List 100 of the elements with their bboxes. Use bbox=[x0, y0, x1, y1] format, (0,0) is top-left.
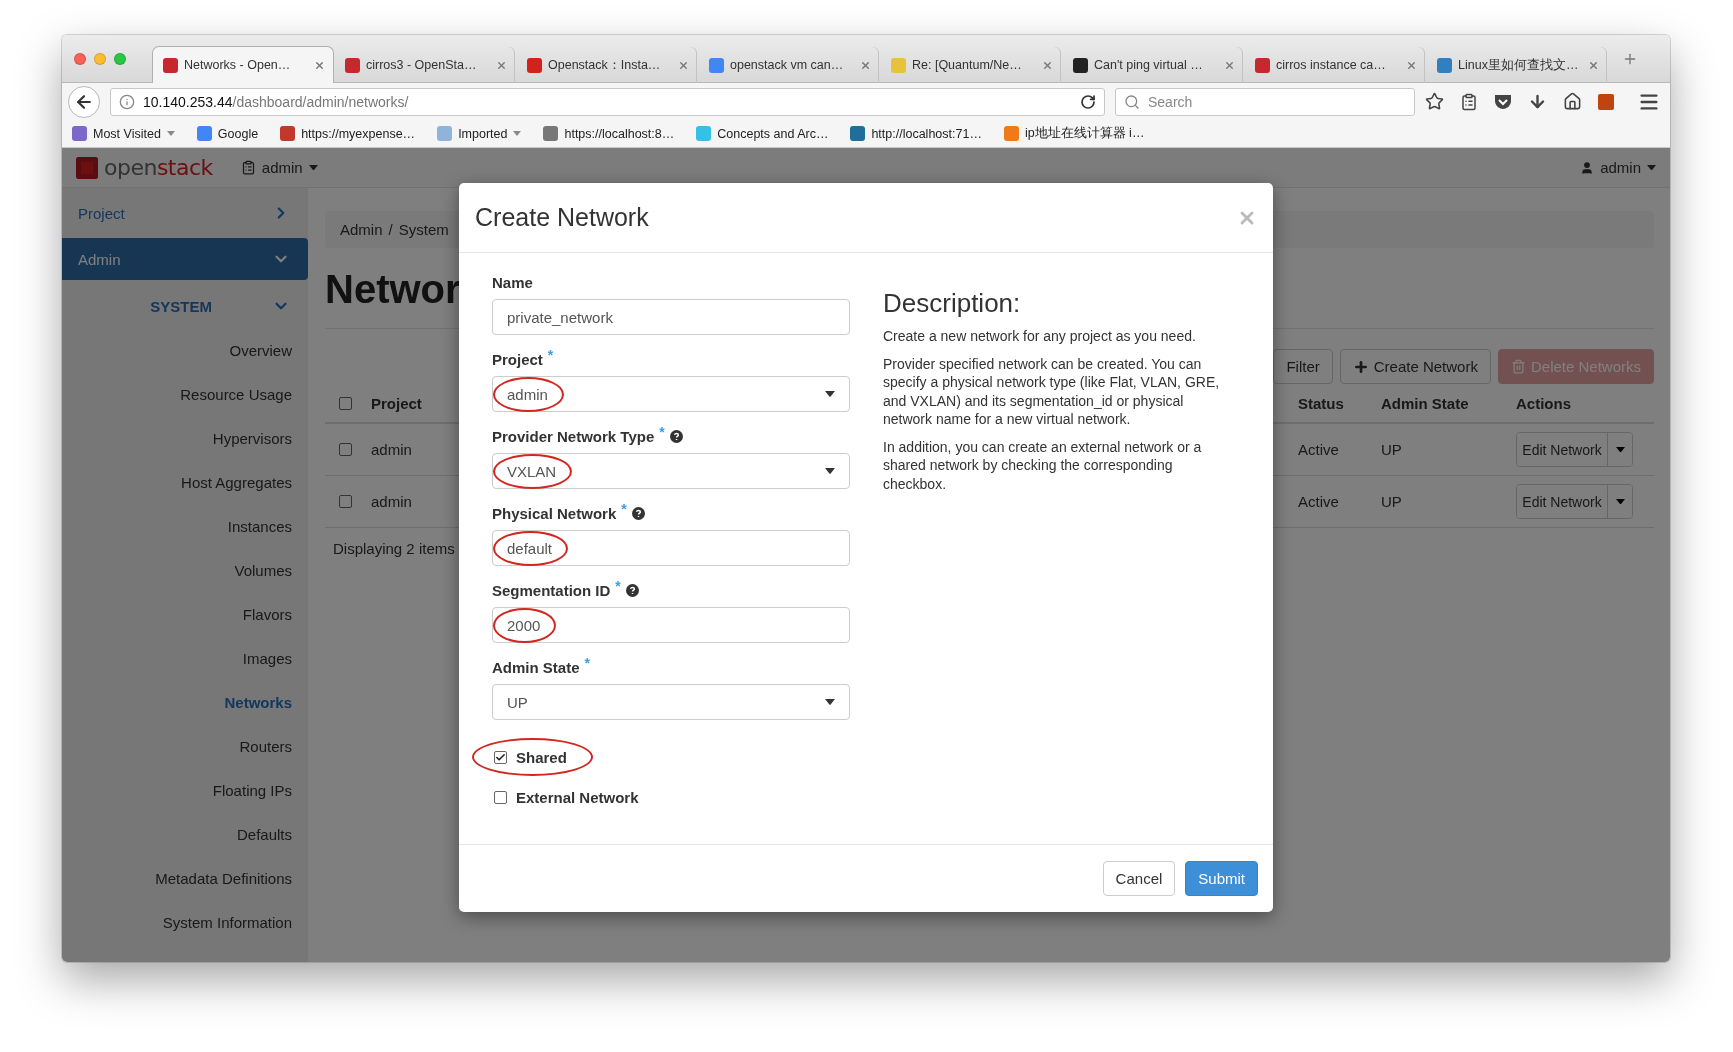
table-cell: admin bbox=[371, 493, 412, 510]
sidebar-item[interactable]: Metadata Definitions bbox=[62, 856, 308, 900]
column-header: Actions bbox=[1516, 394, 1571, 412]
sidebar-item[interactable]: Routers bbox=[62, 724, 308, 768]
input-field[interactable]: default bbox=[492, 530, 850, 566]
bookmark-item[interactable]: Imported bbox=[437, 126, 522, 141]
help-icon[interactable] bbox=[631, 507, 645, 520]
browser-tab[interactable]: Networks - Open… bbox=[152, 46, 334, 83]
caret-icon bbox=[825, 467, 835, 475]
bookmark-item[interactable]: https://myexpense… bbox=[280, 126, 416, 141]
browser-tab[interactable]: Can't ping virtual … bbox=[1062, 46, 1244, 83]
edit-network-button[interactable]: Edit Network bbox=[1517, 485, 1608, 518]
search-field[interactable]: Search bbox=[1115, 87, 1415, 116]
input-field[interactable]: 2000 bbox=[492, 607, 850, 643]
column-header: Admin State bbox=[1381, 394, 1469, 412]
close-tab-icon[interactable] bbox=[1042, 59, 1053, 71]
star-icon[interactable] bbox=[1425, 92, 1444, 111]
select-field[interactable]: admin bbox=[492, 376, 850, 412]
browser-tab[interactable]: Re: [Quantum/Ne… bbox=[880, 46, 1062, 83]
bookmark-item[interactable]: http://localhost:71… bbox=[850, 126, 982, 141]
table-cell: admin bbox=[371, 441, 412, 458]
caret-icon bbox=[825, 390, 835, 398]
zoom-window-button[interactable] bbox=[114, 52, 126, 65]
browser-tab[interactable]: Linux里如何查找文… bbox=[1426, 46, 1608, 83]
close-tab-icon[interactable] bbox=[678, 59, 689, 71]
checkbox-label: External Network bbox=[516, 788, 639, 806]
sidebar-item[interactable]: Flavors bbox=[62, 592, 308, 636]
description-text: Provider specified network can be created. You can specify a physical network type (like Flat, VLAN, GRE, and VXLAN) and its segmentation_id or physical network name for a new virtual network. bbox=[883, 354, 1221, 429]
back-button[interactable] bbox=[68, 85, 100, 118]
select-field[interactable]: VXLAN bbox=[492, 453, 850, 489]
bookmark-item[interactable]: ip地址在线计算器 i… bbox=[1003, 125, 1145, 142]
close-tab-icon[interactable] bbox=[314, 59, 325, 71]
user-icon bbox=[1580, 160, 1595, 175]
shield-icon[interactable] bbox=[1494, 93, 1512, 110]
column-header: Project bbox=[371, 394, 422, 412]
help-icon[interactable] bbox=[625, 584, 639, 597]
sidebar-panel[interactable]: Admin bbox=[62, 238, 308, 280]
sidebar-group[interactable]: SYSTEM bbox=[62, 284, 308, 328]
close-tab-icon[interactable] bbox=[1406, 59, 1417, 71]
sidebar-item[interactable]: System Information bbox=[62, 900, 308, 944]
search-icon bbox=[1124, 93, 1140, 110]
filter-button[interactable]: Filter bbox=[1273, 349, 1333, 384]
close-tab-icon[interactable] bbox=[1588, 59, 1599, 71]
project-menu[interactable]: admin bbox=[240, 159, 318, 176]
table-cell: Active bbox=[1298, 441, 1339, 458]
input-field[interactable]: private_network bbox=[492, 299, 850, 335]
reload-icon[interactable] bbox=[1080, 93, 1096, 110]
breadcrumb-link[interactable]: System bbox=[398, 221, 449, 238]
required-mark: * bbox=[615, 578, 621, 594]
close-window-button[interactable] bbox=[74, 52, 86, 65]
sidebar-item[interactable]: Instances bbox=[62, 504, 308, 548]
caret-icon bbox=[1647, 164, 1656, 171]
table-cell: Active bbox=[1298, 493, 1339, 510]
close-tab-icon[interactable] bbox=[860, 59, 871, 71]
address-field[interactable]: 10.140.253.44/dashboard/admin/networks/ bbox=[110, 87, 1105, 116]
home-icon[interactable] bbox=[1563, 92, 1582, 111]
bookmark-item[interactable]: Most Visited bbox=[72, 126, 175, 141]
info-icon[interactable] bbox=[119, 93, 135, 110]
create-network-button[interactable]: Create Network bbox=[1339, 349, 1491, 384]
sidebar-item[interactable]: Host Aggregates bbox=[62, 460, 308, 504]
reading-list-icon[interactable] bbox=[1460, 92, 1478, 111]
user-menu[interactable]: admin bbox=[1580, 159, 1656, 176]
description-title: Description: bbox=[883, 288, 1022, 319]
edit-network-button[interactable]: Edit Network bbox=[1517, 433, 1608, 466]
browser-tab[interactable]: openstack vm can… bbox=[698, 46, 880, 83]
checkbox[interactable] bbox=[494, 750, 507, 764]
sidebar-item[interactable]: Images bbox=[62, 636, 308, 680]
extension-icon[interactable] bbox=[1598, 93, 1614, 110]
submit-button[interactable]: Submit bbox=[1185, 861, 1258, 896]
checkbox[interactable] bbox=[494, 790, 507, 804]
cancel-button[interactable]: Cancel bbox=[1102, 861, 1176, 896]
plus-icon bbox=[1352, 358, 1369, 375]
checkbox[interactable] bbox=[339, 443, 352, 456]
browser-tab[interactable]: cirros3 - OpenSta… bbox=[334, 46, 516, 83]
sidebar-item[interactable]: Resource Usage bbox=[62, 372, 308, 416]
browser-tab[interactable]: cirros instance ca… bbox=[1244, 46, 1426, 83]
bookmark-item[interactable]: Concepts and Arc… bbox=[696, 126, 829, 141]
openstack-logo[interactable]: openstack bbox=[76, 155, 213, 180]
help-icon[interactable] bbox=[669, 430, 683, 443]
close-tab-icon[interactable] bbox=[496, 59, 507, 71]
table-cell: UP bbox=[1381, 441, 1402, 458]
caret-icon bbox=[308, 164, 318, 171]
download-icon[interactable] bbox=[1528, 92, 1547, 111]
table-footer-text: Displaying 2 items bbox=[333, 540, 455, 557]
field-label: Name bbox=[492, 274, 533, 291]
checkbox[interactable] bbox=[339, 396, 352, 410]
breadcrumb-link[interactable]: Admin bbox=[340, 221, 383, 238]
close-tab-icon[interactable] bbox=[1224, 59, 1235, 71]
bookmark-item[interactable]: Google bbox=[196, 126, 259, 141]
checkbox[interactable] bbox=[339, 495, 352, 508]
select-field[interactable]: UP bbox=[492, 684, 850, 720]
sidebar-item[interactable]: Defaults bbox=[62, 812, 308, 856]
sidebar-item[interactable]: Hypervisors bbox=[62, 416, 308, 460]
sidebar-item[interactable]: Volumes bbox=[62, 548, 308, 592]
sidebar-panel[interactable]: Project bbox=[62, 192, 308, 234]
sidebar-item[interactable]: Floating IPs bbox=[62, 768, 308, 812]
sidebar-item[interactable]: Overview bbox=[62, 328, 308, 372]
browser-tab[interactable]: Openstack：Insta… bbox=[516, 46, 698, 83]
bookmark-item[interactable]: https://localhost:8… bbox=[543, 126, 675, 141]
sidebar-item[interactable]: Networks bbox=[62, 680, 308, 724]
